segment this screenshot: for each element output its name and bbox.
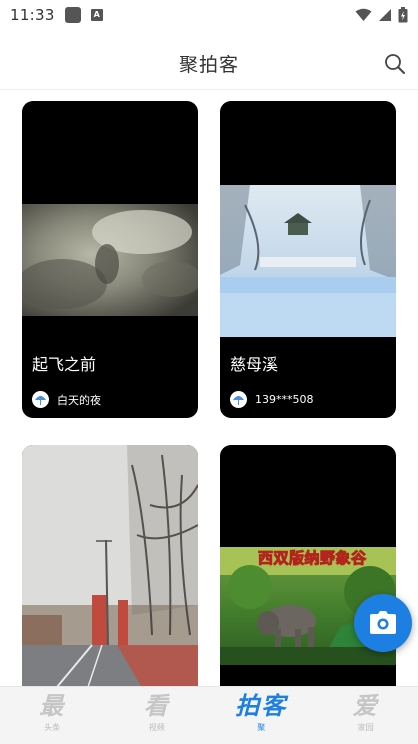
- video-feed[interactable]: 起飞之前 白天的夜 慈母溪 139***508 西双版纳野象谷: [0, 93, 418, 686]
- page-title: 聚拍客: [178, 54, 239, 76]
- nav-sublabel: 头条: [44, 723, 61, 732]
- screen: 11:33 A 聚拍客 起飞之前 白天的夜 慈母溪 139***508 西双版纳…: [0, 0, 418, 744]
- nav-label: 最: [39, 691, 66, 720]
- camera-icon: [370, 611, 396, 634]
- status-time: 11:33: [10, 6, 55, 24]
- nav-label: 爱: [352, 691, 379, 720]
- video-card[interactable]: [22, 445, 198, 686]
- signal-icon: [379, 9, 391, 21]
- card-author: 白天的夜: [32, 391, 101, 408]
- author-name: 白天的夜: [57, 393, 101, 407]
- thumbnail-overlay-text: 西双版纳野象谷: [258, 549, 367, 568]
- nav-sublabel: 家园: [357, 723, 374, 732]
- video-thumbnail: [22, 445, 198, 686]
- avatar: [32, 391, 49, 408]
- video-thumbnail: [220, 185, 396, 337]
- card-title: 慈母溪: [230, 355, 279, 374]
- nav-label: 看: [143, 691, 170, 720]
- nav-item-home[interactable]: 爱 家园: [314, 687, 418, 744]
- video-card[interactable]: 慈母溪 139***508: [220, 101, 396, 418]
- umbrella-avatar-icon: [35, 396, 46, 405]
- author-name: 139***508: [255, 393, 314, 406]
- search-button[interactable]: [382, 51, 408, 77]
- video-card[interactable]: 起飞之前 白天的夜: [22, 101, 198, 418]
- card-author: 139***508: [230, 391, 314, 408]
- app-header: 聚拍客: [0, 38, 418, 90]
- battery-icon: [398, 7, 408, 23]
- video-card[interactable]: 西双版纳野象谷: [220, 445, 396, 686]
- nav-item-paike[interactable]: 拍客 聚: [209, 687, 314, 744]
- bottom-nav: 最 头条 看 视频 拍客 聚 爱 家园: [0, 686, 418, 744]
- avatar: [230, 391, 247, 408]
- wifi-icon: [355, 8, 372, 21]
- search-icon: [385, 54, 405, 74]
- notification-app-icon: [64, 7, 81, 23]
- camera-button[interactable]: [354, 594, 412, 652]
- notification-a-icon: A: [90, 9, 103, 21]
- nav-label: 拍客: [235, 691, 288, 720]
- status-bar: 11:33 A: [0, 0, 418, 30]
- nav-item-toutiao[interactable]: 最 头条: [0, 687, 105, 744]
- video-thumbnail: [22, 204, 198, 316]
- status-indicators: [355, 7, 408, 23]
- umbrella-avatar-icon: [233, 396, 244, 405]
- nav-sublabel: 聚: [257, 723, 266, 732]
- nav-item-video[interactable]: 看 视频: [105, 687, 210, 744]
- nav-sublabel: 视频: [148, 723, 165, 732]
- card-title: 起飞之前: [32, 355, 97, 374]
